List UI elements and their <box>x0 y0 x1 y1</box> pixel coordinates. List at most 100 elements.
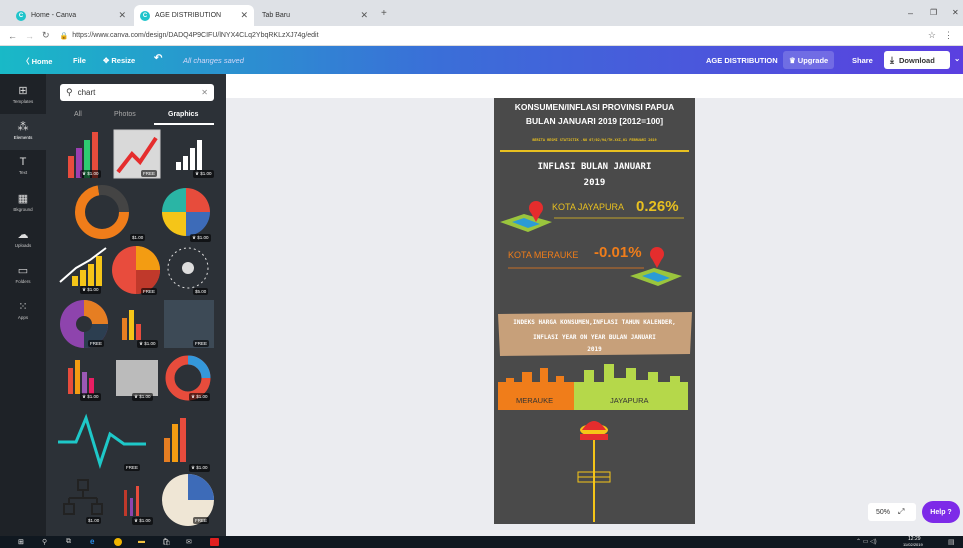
share-button[interactable]: Share <box>852 56 873 65</box>
graphic-pie-chart-red[interactable] <box>112 246 160 294</box>
bookmark-star-icon[interactable]: ☆ <box>928 30 936 41</box>
tab-age-distribution[interactable]: C AGE DISTRIBUTION ✕ <box>134 5 254 26</box>
mail-icon[interactable]: ✉ <box>186 538 192 546</box>
price-label: ♛ $1.00 <box>189 464 210 472</box>
menu-dots-icon[interactable]: ⋮ <box>944 30 953 41</box>
sidebar-item-label: Elements <box>13 135 33 140</box>
graphic-pie-chart-teal[interactable] <box>162 188 210 236</box>
zoom-control[interactable]: 50% ⤢ <box>868 503 916 521</box>
price-label: ♛ $1.00 <box>193 170 214 178</box>
close-window-button[interactable]: ✕ <box>952 8 959 17</box>
reload-icon[interactable]: ↻ <box>42 30 50 41</box>
undo-button[interactable]: ↶ <box>154 53 162 64</box>
sidebar-item-elements[interactable]: ⁂ Elements <box>0 114 46 150</box>
text-icon: T <box>19 156 27 168</box>
sidebar-item-label: Text <box>18 170 28 175</box>
tab-home-canva[interactable]: C Home - Canva ✕ <box>10 5 132 26</box>
help-button[interactable]: Help ? <box>922 501 960 523</box>
browser-tab-bar: C Home - Canva ✕ C AGE DISTRIBUTION ✕ Ta… <box>0 0 963 26</box>
download-options-chevron-icon[interactable]: ⌄ <box>954 54 960 63</box>
graphic-growth-arrow-chart[interactable] <box>59 247 107 286</box>
tab-photos[interactable]: Photos <box>114 111 136 118</box>
sidebar-item-templates[interactable]: ⊞ Templates <box>0 78 46 114</box>
lock-icon: 🔒 <box>59 32 69 40</box>
close-tab-icon[interactable]: ✕ <box>240 10 248 21</box>
graphic-infographic-panel[interactable] <box>116 360 158 396</box>
price-label: ♛ $1.00 <box>189 393 210 401</box>
price-label: ♛ $1.00 <box>132 517 153 525</box>
maximize-button[interactable]: ❐ <box>930 8 937 17</box>
tab-new[interactable]: Tab Baru ✕ <box>256 5 374 26</box>
windows-taskbar: ⊞ ⚲ ⧉ e ▬ 🛍 ✉ ⌃ ▭ ◁) 12:29 11/02/2019 ▤ <box>0 536 963 548</box>
minimize-button[interactable]: – <box>908 8 913 18</box>
notifications-icon[interactable]: ▤ <box>948 538 955 546</box>
price-label: FREE <box>88 340 105 347</box>
templates-icon: ⊞ <box>18 85 28 97</box>
monument-icon <box>577 421 611 522</box>
price-label: ♛ $1.00 <box>190 234 211 242</box>
price-label: ♛ $1.00 <box>80 393 101 401</box>
resize-button[interactable]: ✥ Resize <box>103 56 135 65</box>
apps-grid-icon: ⁙ <box>18 301 28 313</box>
graphic-network-dollar[interactable] <box>167 247 209 289</box>
sidebar-icon-rail: ⊞ Templates ⁂ Elements T Text ▦ Bkground ☁ Up… <box>0 74 46 536</box>
design-page[interactable]: KONSUMEN/INFLASI PROVINSI PAPUA BULAN JA… <box>494 98 695 524</box>
close-tab-icon[interactable]: ✕ <box>360 10 368 21</box>
upgrade-button[interactable]: ♛ Upgrade <box>783 51 835 69</box>
graphic-bar-chart-white[interactable] <box>176 140 202 170</box>
banner-line2: INFLASI YEAR ON YEAR BULAN JANUARI <box>533 334 656 341</box>
graphic-bar-chart-dark[interactable] <box>68 360 94 394</box>
tab-label: AGE DISTRIBUTION <box>155 12 222 19</box>
graphic-bar-chart-small[interactable] <box>122 310 141 340</box>
system-tray-icons[interactable]: ⌃ ▭ ◁) <box>856 538 877 545</box>
inflation-year: 2019 <box>583 178 606 188</box>
sidebar-item-label: Templates <box>12 99 34 104</box>
sidebar-item-label: Folders <box>15 279 31 284</box>
sidebar-item-apps[interactable]: ⁙ Apps <box>0 294 46 330</box>
clear-search-icon[interactable]: ✕ <box>201 88 208 97</box>
search-icon[interactable]: ⚲ <box>42 538 47 546</box>
city2-label: KOTA MERAUKE <box>508 250 579 260</box>
graphic-org-chart[interactable] <box>63 479 103 515</box>
banner-line1: INDEKS HARGA KONSUMEN,INFLASI TAHUN KALE… <box>513 319 676 326</box>
design-title[interactable]: AGE DISTRIBUTION <box>706 56 778 65</box>
tab-graphics[interactable]: Graphics <box>168 111 198 118</box>
sidebar-item-background[interactable]: ▦ Bkground <box>0 186 46 222</box>
graphic-donut-chart-blue[interactable] <box>165 355 211 401</box>
city1-label: KOTA JAYAPURA <box>552 202 625 212</box>
task-view-icon[interactable]: ⧉ <box>66 538 71 546</box>
close-tab-icon[interactable]: ✕ <box>118 10 126 21</box>
fullscreen-icon[interactable]: ⤢ <box>898 507 904 517</box>
folder-icon: ▭ <box>17 265 29 277</box>
sidebar-item-uploads[interactable]: ☁ Uploads <box>0 222 46 258</box>
sidebar-item-text[interactable]: T Text <box>0 150 46 186</box>
graphic-pulse-line[interactable] <box>58 413 146 469</box>
new-tab-button[interactable]: + <box>381 8 387 19</box>
search-input[interactable]: chart <box>78 88 197 97</box>
chrome-icon[interactable] <box>114 538 122 546</box>
pdf-reader-icon[interactable] <box>210 538 219 546</box>
file-menu-button[interactable]: File <box>73 56 86 65</box>
sidebar-item-folders[interactable]: ▭ Folders <box>0 258 46 294</box>
graphic-bar-chart-orange[interactable] <box>164 418 186 462</box>
home-button[interactable]: 〈 Home <box>22 56 52 67</box>
file-explorer-icon[interactable]: ▬ <box>138 538 145 545</box>
graphic-donut-chart-orange[interactable] <box>75 185 129 239</box>
store-icon[interactable]: 🛍 <box>162 538 171 546</box>
clock-date: 11/02/2019 <box>903 542 923 547</box>
tab-all[interactable]: All <box>74 111 82 118</box>
edge-icon[interactable]: e <box>90 537 94 546</box>
tab-label: Home - Canva <box>31 12 77 19</box>
search-box[interactable]: ⚲ chart ✕ <box>60 84 214 101</box>
graphic-bar-chart-thin[interactable] <box>124 486 139 516</box>
forward-icon[interactable]: → <box>25 31 34 41</box>
address-bar: ← → ↻ 🔒 https://www.canva.com/design/DAD… <box>0 26 963 46</box>
save-status: All changes saved <box>183 56 244 65</box>
search-icon: ⚲ <box>66 87 73 97</box>
url-field[interactable]: https://www.canva.com/design/DADQ4P9CIFU… <box>72 32 772 39</box>
download-label: Download <box>898 55 935 65</box>
download-button[interactable]: ⤓ Download <box>884 51 950 69</box>
back-icon[interactable]: ← <box>8 31 17 41</box>
windows-start-icon[interactable]: ⊞ <box>18 538 24 546</box>
price-label: ♛ $1.00 <box>137 340 158 348</box>
